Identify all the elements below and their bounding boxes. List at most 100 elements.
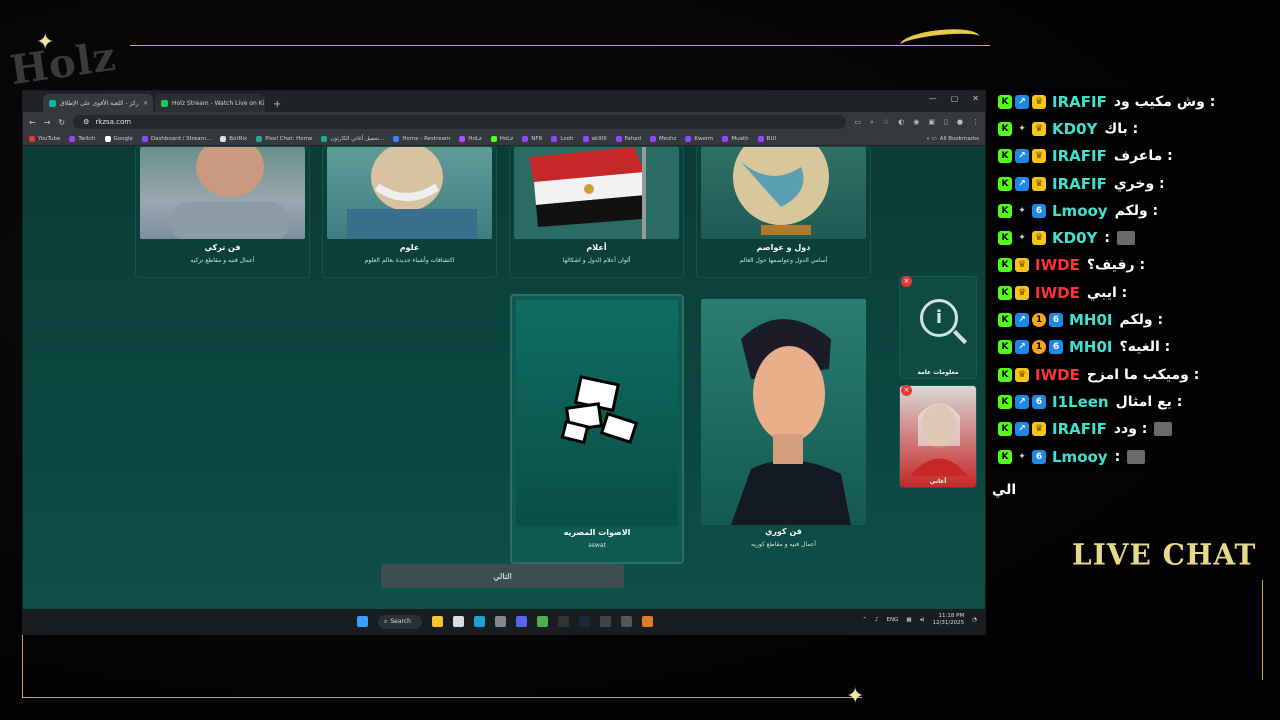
new-tab-button[interactable]: + xyxy=(267,99,287,112)
chat-text: : xyxy=(1114,448,1121,465)
file-explorer-icon[interactable] xyxy=(432,616,443,627)
chat-username: IWDE xyxy=(1035,283,1080,302)
tab-holz-stream[interactable]: Holz Stream - Watch Live on Ki × xyxy=(155,94,265,112)
close-window-icon[interactable]: ✕ xyxy=(972,94,979,103)
crown-badge-icon: ♛ xyxy=(1032,231,1046,246)
puzzle-icon[interactable]: ▣ xyxy=(928,118,935,127)
tab-label: ركز - اللعبة الأقوى على الإطلاق xyxy=(60,99,139,107)
bookmark-item[interactable]: Meshz xyxy=(650,135,676,142)
windows-start-icon[interactable] xyxy=(357,616,368,627)
tab-rkz[interactable]: ركز - اللعبة الأقوى على الإطلاق × xyxy=(43,94,153,112)
app-icon[interactable] xyxy=(621,616,632,627)
chevron-up-icon[interactable]: ⌃ xyxy=(862,617,867,623)
category-card-science[interactable]: علوم اكتشافات وأشياء جديدة بعالم العلوم xyxy=(322,146,497,278)
zoom-icon[interactable]: ⌕ xyxy=(870,118,874,127)
url-field[interactable]: ⚙ rkzsa.com xyxy=(73,115,847,129)
bookmark-item[interactable]: BotRix xyxy=(220,135,247,142)
mic-icon[interactable]: ♪ xyxy=(875,617,879,623)
discord-icon[interactable] xyxy=(516,616,527,627)
clock[interactable]: 11:18 PM 12/31/2025 xyxy=(932,613,964,627)
extension-icon[interactable]: ◐ xyxy=(898,118,904,127)
browser-window: ركز - اللعبة الأقوى على الإطلاق × Holz S… xyxy=(22,90,986,635)
settings-icon[interactable] xyxy=(495,616,506,627)
bookmark-item[interactable]: YouTube xyxy=(29,135,60,142)
edge-icon[interactable] xyxy=(474,616,485,627)
bookmark-item[interactable]: Kwerm xyxy=(685,135,713,142)
obs-icon[interactable] xyxy=(558,616,569,627)
bookmark-item[interactable]: HoLz xyxy=(459,135,482,142)
magnifier-handle xyxy=(952,329,968,345)
toolbar-icons: ▭ ⌕ ☆ ◐ ◉ ▣ ▯ ● ⋮ xyxy=(854,118,979,127)
category-card-flags[interactable]: أعلام ألوان أعلام الدول و اشكالها xyxy=(509,146,684,278)
singer-image xyxy=(910,403,968,476)
profile-icon[interactable]: ● xyxy=(957,118,963,127)
bookmark-item[interactable]: Dashboard / Stream... xyxy=(141,135,211,142)
cast-icon[interactable]: ▭ xyxy=(854,118,861,127)
founder-badge-icon: 1 xyxy=(1032,313,1046,328)
sub-badge-icon: 6 xyxy=(1049,340,1063,355)
language-indicator[interactable]: ENG xyxy=(887,617,899,623)
steam-icon[interactable] xyxy=(579,616,590,627)
network-icon[interactable]: ▦ xyxy=(906,617,911,623)
card-subtitle: أسامي الدول وعواصمها حول العالم xyxy=(739,257,828,264)
card-image xyxy=(140,147,305,239)
calendar-icon[interactable] xyxy=(453,616,464,627)
chat-text: ماعرف : xyxy=(1113,148,1173,165)
reload-icon[interactable]: ↻ xyxy=(58,118,65,127)
sidepanel-icon[interactable]: ▯ xyxy=(944,118,948,127)
keyboard-icon[interactable] xyxy=(600,616,611,627)
chat-message: K ✦ ♛ KD0Y: xyxy=(992,224,1280,252)
chat-text: ودد : xyxy=(1113,421,1148,438)
extension-icon[interactable]: ◉ xyxy=(913,118,919,127)
category-card-countries[interactable]: دول و عواصم أسامي الدول وعواصمها حول الع… xyxy=(696,146,871,278)
category-card-turkish-art[interactable]: فن تركي أعمال فنيه و مقاطع تركيه xyxy=(135,146,310,278)
kick-badge-icon: K xyxy=(998,449,1012,464)
volume-icon[interactable]: ◂) xyxy=(920,617,925,623)
chat-username: MH0I xyxy=(1069,311,1113,330)
bookmark-item[interactable]: Pixel Chat: Home xyxy=(256,135,312,142)
side-card-songs[interactable]: أغاني xyxy=(899,385,977,488)
all-bookmarks[interactable]: » ▭ All Bookmarks xyxy=(926,136,979,142)
category-card-korean-art[interactable]: فن كوري أعمال فنيه و مقاطع كوريه xyxy=(696,294,871,564)
verified-badge-icon: ↗ xyxy=(1015,176,1029,191)
card-image xyxy=(701,147,866,239)
card-image xyxy=(701,299,866,525)
bookmark-item[interactable]: Google xyxy=(104,135,133,142)
site-info-icon[interactable]: ⚙ xyxy=(83,118,89,126)
bookmark-item[interactable]: ak90l xyxy=(582,135,607,142)
close-icon[interactable]: × xyxy=(901,385,912,396)
side-card-general-info[interactable]: i معلومات عامة xyxy=(899,276,977,379)
bookmark-item[interactable]: HoLz xyxy=(490,135,513,142)
wing-badge-icon: ✦ xyxy=(1018,205,1026,216)
taskbar-search[interactable]: ⌕ Search xyxy=(378,614,422,629)
bookmark-item[interactable]: Looh xyxy=(551,135,574,142)
right-gold-line xyxy=(1262,580,1263,680)
crown-badge-icon: ♛ xyxy=(1015,367,1029,382)
close-icon[interactable]: × xyxy=(143,99,149,107)
category-card-egyptian-voices[interactable]: الاصوات المصريه aswat xyxy=(510,294,684,564)
minimize-icon[interactable]: — xyxy=(929,94,937,103)
bookmark-item[interactable]: NFR xyxy=(522,135,542,142)
bookmark-item[interactable]: Home - Restream xyxy=(393,135,450,142)
chrome-icon[interactable] xyxy=(537,616,548,627)
bookmark-item[interactable]: Muath xyxy=(722,135,749,142)
back-icon[interactable]: ← xyxy=(29,118,36,127)
notification-icon[interactable]: ◔ xyxy=(972,617,977,623)
bookmark-item[interactable]: Twitch xyxy=(69,135,96,142)
card-subtitle: aswat xyxy=(588,542,606,549)
maximize-icon[interactable]: ▢ xyxy=(951,94,959,103)
next-button[interactable]: التالي xyxy=(381,564,624,588)
bookmark-item[interactable]: Fahad xyxy=(615,135,641,142)
bookmark-item[interactable]: تحميل أغاني الكارتون... xyxy=(321,135,384,142)
chat-message: K ↗ ♛ IRAFIF ماعرف : xyxy=(992,142,1280,170)
verified-badge-icon: ↗ xyxy=(1015,94,1029,109)
close-icon[interactable]: × xyxy=(901,276,912,287)
app-icon[interactable] xyxy=(642,616,653,627)
forward-icon[interactable]: → xyxy=(44,118,51,127)
menu-icon[interactable]: ⋮ xyxy=(972,118,979,127)
card-subtitle: أعمال فنيه و مقاطع كوريه xyxy=(751,541,816,548)
card-image xyxy=(514,147,679,239)
verified-badge-icon: ↗ xyxy=(1015,313,1029,328)
star-bookmark-icon[interactable]: ☆ xyxy=(883,118,889,127)
bookmark-item[interactable]: BUI xyxy=(757,135,776,142)
